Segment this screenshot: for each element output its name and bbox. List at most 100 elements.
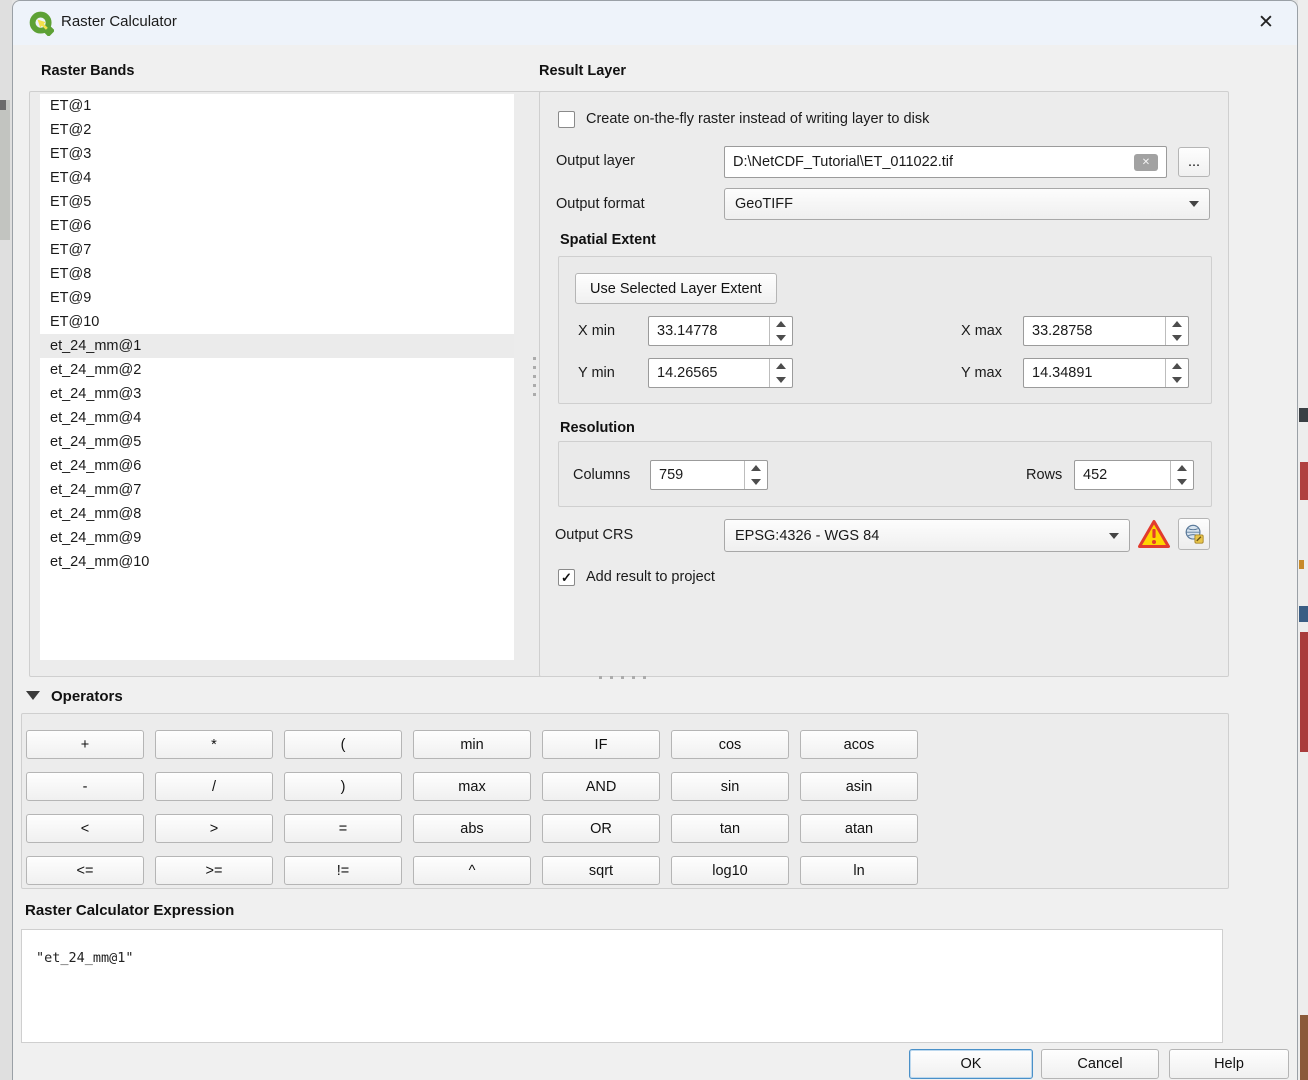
raster-bands-list[interactable]: ET@1ET@2ET@3ET@4ET@5ET@6ET@7ET@8ET@9ET@1… [40, 94, 514, 660]
raster-band-item[interactable]: ET@5 [40, 190, 514, 214]
output-crs-combo[interactable]: EPSG:4326 - WGS 84 [724, 519, 1130, 552]
operator-button-log10[interactable]: log10 [671, 856, 789, 885]
operator-button-OR[interactable]: OR [542, 814, 660, 843]
operator-button-)[interactable]: ) [284, 772, 402, 801]
raster-band-item[interactable]: et_24_mm@8 [40, 502, 514, 526]
operator-button-cos[interactable]: cos [671, 730, 789, 759]
use-selected-extent-button[interactable]: Use Selected Layer Extent [575, 273, 777, 304]
operator-button-atan[interactable]: atan [800, 814, 918, 843]
operator-button->[interactable]: > [155, 814, 273, 843]
vertical-splitter[interactable] [531, 357, 539, 397]
raster-band-item[interactable]: et_24_mm@7 [40, 478, 514, 502]
operator-button-min[interactable]: min [413, 730, 531, 759]
raster-band-item[interactable]: ET@7 [40, 238, 514, 262]
resolution-header: Resolution [560, 420, 635, 436]
operator-button-max[interactable]: max [413, 772, 531, 801]
x-min-spinbox[interactable]: 33.14778 [648, 316, 793, 346]
operator-button-<=[interactable]: <= [26, 856, 144, 885]
output-crs-value: EPSG:4326 - WGS 84 [735, 528, 879, 544]
operator-button-sin[interactable]: sin [671, 772, 789, 801]
operator-button-AND[interactable]: AND [542, 772, 660, 801]
raster-band-item[interactable]: ET@4 [40, 166, 514, 190]
raster-band-item[interactable]: et_24_mm@6 [40, 454, 514, 478]
raster-band-item[interactable]: ET@9 [40, 286, 514, 310]
raster-band-item[interactable]: et_24_mm@4 [40, 406, 514, 430]
y-max-spinbox[interactable]: 14.34891 [1023, 358, 1189, 388]
spin-down-icon[interactable] [745, 475, 767, 489]
operator-button-IF[interactable]: IF [542, 730, 660, 759]
add-result-checkbox[interactable]: ✓ [558, 569, 575, 586]
operator-button-([interactable]: ( [284, 730, 402, 759]
x-min-spin-buttons[interactable] [769, 317, 792, 345]
title-bar[interactable]: Raster Calculator ✕ [13, 1, 1297, 45]
columns-spinbox[interactable]: 759 [650, 460, 768, 490]
operator-button-^[interactable]: ^ [413, 856, 531, 885]
spin-down-icon[interactable] [770, 373, 792, 387]
expression-textarea[interactable]: "et_24_mm@1" [21, 929, 1223, 1043]
operator-button-abs[interactable]: abs [413, 814, 531, 843]
raster-band-item[interactable]: ET@6 [40, 214, 514, 238]
operator-button-/[interactable]: / [155, 772, 273, 801]
raster-band-item[interactable]: ET@8 [40, 262, 514, 286]
background-left-fragment [0, 100, 10, 240]
raster-band-item[interactable]: et_24_mm@9 [40, 526, 514, 550]
raster-calculator-dialog: Raster Calculator ✕ Raster Bands ET@1ET@… [12, 0, 1298, 1080]
spin-up-icon[interactable] [770, 317, 792, 331]
operator-button-asin[interactable]: asin [800, 772, 918, 801]
rows-value: 452 [1075, 461, 1170, 489]
horizontal-splitter[interactable] [599, 675, 649, 681]
operator-button-ln[interactable]: ln [800, 856, 918, 885]
on-the-fly-checkbox[interactable] [558, 111, 575, 128]
x-max-spin-buttons[interactable] [1165, 317, 1188, 345]
spin-down-icon[interactable] [1166, 331, 1188, 345]
ok-button[interactable]: OK [909, 1049, 1033, 1079]
rows-label: Rows [1026, 467, 1062, 483]
raster-band-item[interactable]: et_24_mm@2 [40, 358, 514, 382]
select-crs-button[interactable] [1178, 518, 1210, 550]
cancel-button[interactable]: Cancel [1041, 1049, 1159, 1079]
spin-up-icon[interactable] [1166, 359, 1188, 373]
spin-up-icon[interactable] [745, 461, 767, 475]
y-min-spinbox[interactable]: 14.26565 [648, 358, 793, 388]
operator-button-<[interactable]: < [26, 814, 144, 843]
operator-button-sqrt[interactable]: sqrt [542, 856, 660, 885]
output-format-combo[interactable]: GeoTIFF [724, 188, 1210, 220]
operators-grid: +*(minIFcosacos-/)maxANDsinasin<>=absORt… [26, 730, 918, 885]
raster-band-item[interactable]: et_24_mm@10 [40, 550, 514, 574]
operators-collapse-icon[interactable] [26, 691, 40, 700]
spin-down-icon[interactable] [1166, 373, 1188, 387]
spin-up-icon[interactable] [1171, 461, 1193, 475]
spin-down-icon[interactable] [1171, 475, 1193, 489]
y-max-spin-buttons[interactable] [1165, 359, 1188, 387]
operator-button-*[interactable]: * [155, 730, 273, 759]
raster-band-item[interactable]: ET@3 [40, 142, 514, 166]
rows-spin-buttons[interactable] [1170, 461, 1193, 489]
help-button[interactable]: Help [1169, 1049, 1289, 1079]
columns-spin-buttons[interactable] [744, 461, 767, 489]
operator-button->=[interactable]: >= [155, 856, 273, 885]
operator-button-=[interactable]: = [284, 814, 402, 843]
raster-band-item[interactable]: et_24_mm@1 [40, 334, 514, 358]
x-max-label: X max [961, 323, 1002, 339]
x-min-value: 33.14778 [649, 317, 769, 345]
spin-up-icon[interactable] [1166, 317, 1188, 331]
close-button[interactable]: ✕ [1251, 9, 1281, 37]
operator-button--[interactable]: - [26, 772, 144, 801]
rows-spinbox[interactable]: 452 [1074, 460, 1194, 490]
operator-button-tan[interactable]: tan [671, 814, 789, 843]
raster-band-item[interactable]: ET@10 [40, 310, 514, 334]
browse-output-button[interactable]: ... [1178, 147, 1210, 177]
operator-button-+[interactable]: + [26, 730, 144, 759]
raster-band-item[interactable]: et_24_mm@3 [40, 382, 514, 406]
y-min-spin-buttons[interactable] [769, 359, 792, 387]
raster-band-item[interactable]: ET@1 [40, 94, 514, 118]
operator-button-!=[interactable]: != [284, 856, 402, 885]
spin-up-icon[interactable] [770, 359, 792, 373]
output-layer-field[interactable]: D:\NetCDF_Tutorial\ET_011022.tif ✕ [724, 146, 1167, 178]
spin-down-icon[interactable] [770, 331, 792, 345]
x-max-spinbox[interactable]: 33.28758 [1023, 316, 1189, 346]
raster-band-item[interactable]: ET@2 [40, 118, 514, 142]
clear-field-icon[interactable]: ✕ [1134, 154, 1158, 171]
operator-button-acos[interactable]: acos [800, 730, 918, 759]
raster-band-item[interactable]: et_24_mm@5 [40, 430, 514, 454]
